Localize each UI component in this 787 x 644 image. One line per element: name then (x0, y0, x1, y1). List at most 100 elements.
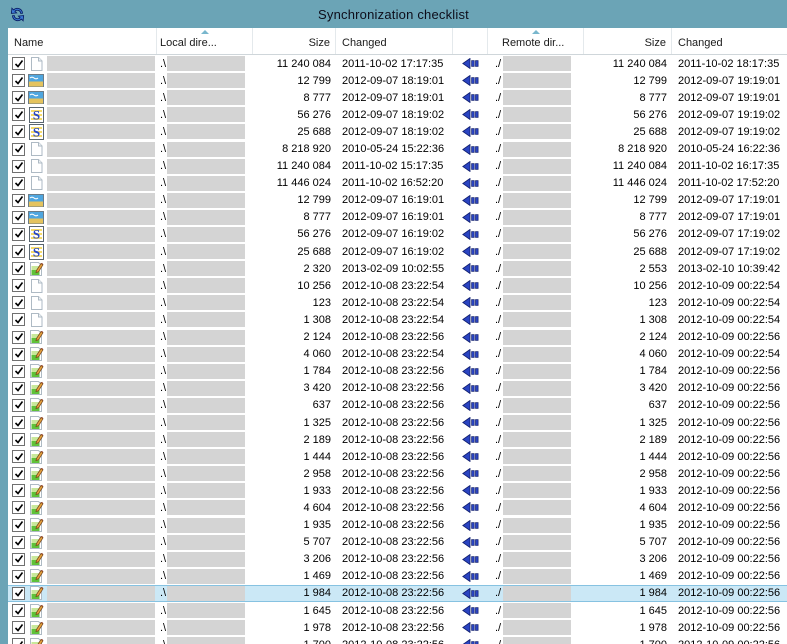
table-row[interactable]: .\1 9842012-10-08 23:22:56./1 9842012-10… (8, 585, 787, 602)
table-row[interactable]: .\1 4442012-10-08 23:22:56./1 4442012-10… (8, 448, 787, 465)
edited-file-icon (28, 500, 44, 516)
local-changed-cell: 2012-10-08 23:22:56 (336, 568, 453, 585)
table-row[interactable]: .\1 9782012-10-08 23:22:56./1 9782012-10… (8, 619, 787, 636)
row-checkbox[interactable] (12, 125, 25, 138)
table-row[interactable]: .\1 9352012-10-08 23:22:56./1 9352012-10… (8, 517, 787, 534)
table-row[interactable]: .\1 3082012-10-08 23:22:54./1 3082012-10… (8, 311, 787, 328)
table-row[interactable]: .\11 446 0242011-10-02 16:52:20./11 446 … (8, 175, 787, 192)
table-row[interactable]: .\2 9582012-10-08 23:22:56./2 9582012-10… (8, 465, 787, 482)
row-checkbox[interactable] (12, 262, 25, 275)
table-row[interactable]: .\1 7842012-10-08 23:22:56./1 7842012-10… (8, 363, 787, 380)
table-row[interactable]: .\11 240 0842011-10-02 17:17:35./11 240 … (8, 55, 787, 72)
edited-file-icon (28, 517, 44, 533)
table-row[interactable]: .\5 7072012-10-08 23:22:56./5 7072012-10… (8, 534, 787, 551)
column-header-local-dir[interactable]: Local dire... (157, 28, 253, 54)
local-dir-prefix: .\ (160, 228, 166, 240)
redacted-filename (47, 569, 155, 584)
table-row[interactable]: .\1 3252012-10-08 23:22:56./1 3252012-10… (8, 414, 787, 431)
table-row[interactable]: S.\25 6882012-09-07 18:19:02./25 6882012… (8, 123, 787, 140)
row-checkbox[interactable] (12, 621, 25, 634)
row-checkbox[interactable] (12, 143, 25, 156)
table-row[interactable]: .\1232012-10-08 23:22:54./1232012-10-09 … (8, 294, 787, 311)
remote-size-cell: 1 469 (584, 568, 672, 585)
row-checkbox[interactable] (12, 570, 25, 583)
table-row[interactable]: .\4 0602012-10-08 23:22:54./4 0602012-10… (8, 346, 787, 363)
row-checkbox[interactable] (12, 211, 25, 224)
row-checkbox[interactable] (12, 194, 25, 207)
table-row[interactable]: .\11 240 0842011-10-02 15:17:35./11 240 … (8, 158, 787, 175)
row-checkbox[interactable] (12, 74, 25, 87)
table-row[interactable]: .\2 1892012-10-08 23:22:56./2 1892012-10… (8, 431, 787, 448)
table-row[interactable]: .\6372012-10-08 23:22:56./6372012-10-09 … (8, 397, 787, 414)
table-row[interactable]: S.\25 6882012-09-07 16:19:02./25 6882012… (8, 243, 787, 260)
row-checkbox[interactable] (12, 382, 25, 395)
table-row[interactable]: .\3 4202012-10-08 23:22:56./3 4202012-10… (8, 380, 787, 397)
local-dir-prefix: .\ (160, 331, 166, 343)
table-row[interactable]: .\2 1242012-10-08 23:22:56./2 1242012-10… (8, 329, 787, 346)
row-checkbox[interactable] (12, 348, 25, 361)
row-checkbox[interactable] (12, 57, 25, 70)
table-row[interactable]: .\12 7992012-09-07 18:19:01./12 7992012-… (8, 72, 787, 89)
local-dir-prefix: .\ (160, 639, 166, 644)
local-size-cell: 56 276 (253, 106, 336, 123)
row-checkbox[interactable] (12, 536, 25, 549)
row-checkbox[interactable] (12, 433, 25, 446)
table-row[interactable]: .\10 2562012-10-08 23:22:54./10 2562012-… (8, 277, 787, 294)
remote-dir-cell: ./ (488, 568, 584, 585)
table-row[interactable]: .\4 6042012-10-08 23:22:56./4 6042012-10… (8, 499, 787, 516)
table-row[interactable]: .\1 9332012-10-08 23:22:56./1 9332012-10… (8, 482, 787, 499)
table-row[interactable]: .\12 7992012-09-07 16:19:01./12 7992012-… (8, 192, 787, 209)
name-cell (8, 311, 157, 328)
remote-dir-cell: ./ (488, 294, 584, 311)
row-checkbox[interactable] (12, 587, 25, 600)
name-cell (8, 329, 157, 346)
row-checkbox[interactable] (12, 416, 25, 429)
local-changed-cell: 2012-10-08 23:22:56 (336, 448, 453, 465)
remote-dir-prefix: ./ (495, 434, 501, 446)
table-row[interactable]: .\8 7772012-09-07 16:19:01./8 7772012-09… (8, 209, 787, 226)
row-checkbox[interactable] (12, 296, 25, 309)
redacted-filename (47, 466, 155, 481)
table-row[interactable]: S.\56 2762012-09-07 16:19:02./56 2762012… (8, 226, 787, 243)
row-checkbox[interactable] (12, 604, 25, 617)
table-row[interactable]: S.\56 2762012-09-07 18:19:02./56 2762012… (8, 106, 787, 123)
row-checkbox[interactable] (12, 519, 25, 532)
row-checkbox[interactable] (12, 553, 25, 566)
row-checkbox[interactable] (12, 399, 25, 412)
table-row[interactable]: .\2 3202013-02-09 10:02:55./2 5532013-02… (8, 260, 787, 277)
row-checkbox[interactable] (12, 279, 25, 292)
row-checkbox[interactable] (12, 160, 25, 173)
column-header-size-remote[interactable]: Size (584, 28, 672, 54)
local-size-cell: 4 060 (253, 346, 336, 363)
table-row[interactable]: .\8 218 9202010-05-24 15:22:36./8 218 92… (8, 140, 787, 157)
table-row[interactable]: .\1 6452012-10-08 23:22:56./1 6452012-10… (8, 602, 787, 619)
name-cell (8, 431, 157, 448)
row-checkbox[interactable] (12, 108, 25, 121)
column-header-size-local[interactable]: Size (253, 28, 336, 54)
row-checkbox[interactable] (12, 331, 25, 344)
row-checkbox[interactable] (12, 638, 25, 644)
column-header-remote-dir[interactable]: Remote dir... (488, 28, 584, 54)
column-header-name[interactable]: Name (8, 28, 157, 54)
row-checkbox[interactable] (12, 245, 25, 258)
table-row[interactable]: .\1 4692012-10-08 23:22:56./1 4692012-10… (8, 568, 787, 585)
row-checkbox[interactable] (12, 91, 25, 104)
row-checkbox[interactable] (12, 177, 25, 190)
row-checkbox[interactable] (12, 484, 25, 497)
table-row[interactable]: .\3 2062012-10-08 23:22:56./3 2062012-10… (8, 551, 787, 568)
column-header-changed-remote[interactable]: Changed (672, 28, 787, 54)
row-checkbox[interactable] (12, 501, 25, 514)
remote-dir-prefix: ./ (495, 365, 501, 377)
remote-size-cell: 1 308 (584, 311, 672, 328)
row-checkbox[interactable] (12, 365, 25, 378)
row-checkbox[interactable] (12, 450, 25, 463)
row-checkbox[interactable] (12, 467, 25, 480)
remote-dir-cell: ./ (488, 123, 584, 140)
column-header-changed-local[interactable]: Changed (336, 28, 453, 54)
redacted-local-dir (167, 620, 245, 635)
row-checkbox[interactable] (12, 228, 25, 241)
table-row[interactable]: .\8 7772012-09-07 18:19:01./8 7772012-09… (8, 89, 787, 106)
row-checkbox[interactable] (12, 313, 25, 326)
table-row[interactable]: .\1 7002012-10-08 23:22:56./1 7002012-10… (8, 636, 787, 644)
column-header-direction[interactable] (453, 28, 488, 54)
